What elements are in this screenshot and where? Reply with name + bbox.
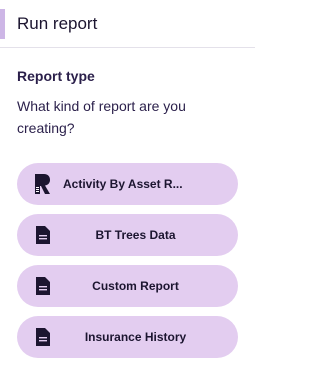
report-type-label: Report type xyxy=(17,68,95,84)
page-title: Run report xyxy=(17,14,98,33)
report-type-options: Activity By Asset R... BT Trees Data Cus… xyxy=(17,163,238,367)
header-accent-bar xyxy=(0,9,5,39)
document-icon xyxy=(34,326,52,348)
report-option-insurance-history[interactable]: Insurance History xyxy=(17,316,238,358)
report-option-activity-by-asset[interactable]: Activity By Asset R... xyxy=(17,163,238,205)
brand-r-logo-icon xyxy=(34,173,52,195)
report-type-question: What kind of report are you creating? xyxy=(17,98,186,136)
report-option-bt-trees-data[interactable]: BT Trees Data xyxy=(17,214,238,256)
report-option-custom-report[interactable]: Custom Report xyxy=(17,265,238,307)
document-icon xyxy=(34,275,52,297)
run-report-panel: Run report Report type What kind of repo… xyxy=(0,0,255,377)
panel-header: Run report xyxy=(0,0,255,48)
document-icon xyxy=(34,224,52,246)
